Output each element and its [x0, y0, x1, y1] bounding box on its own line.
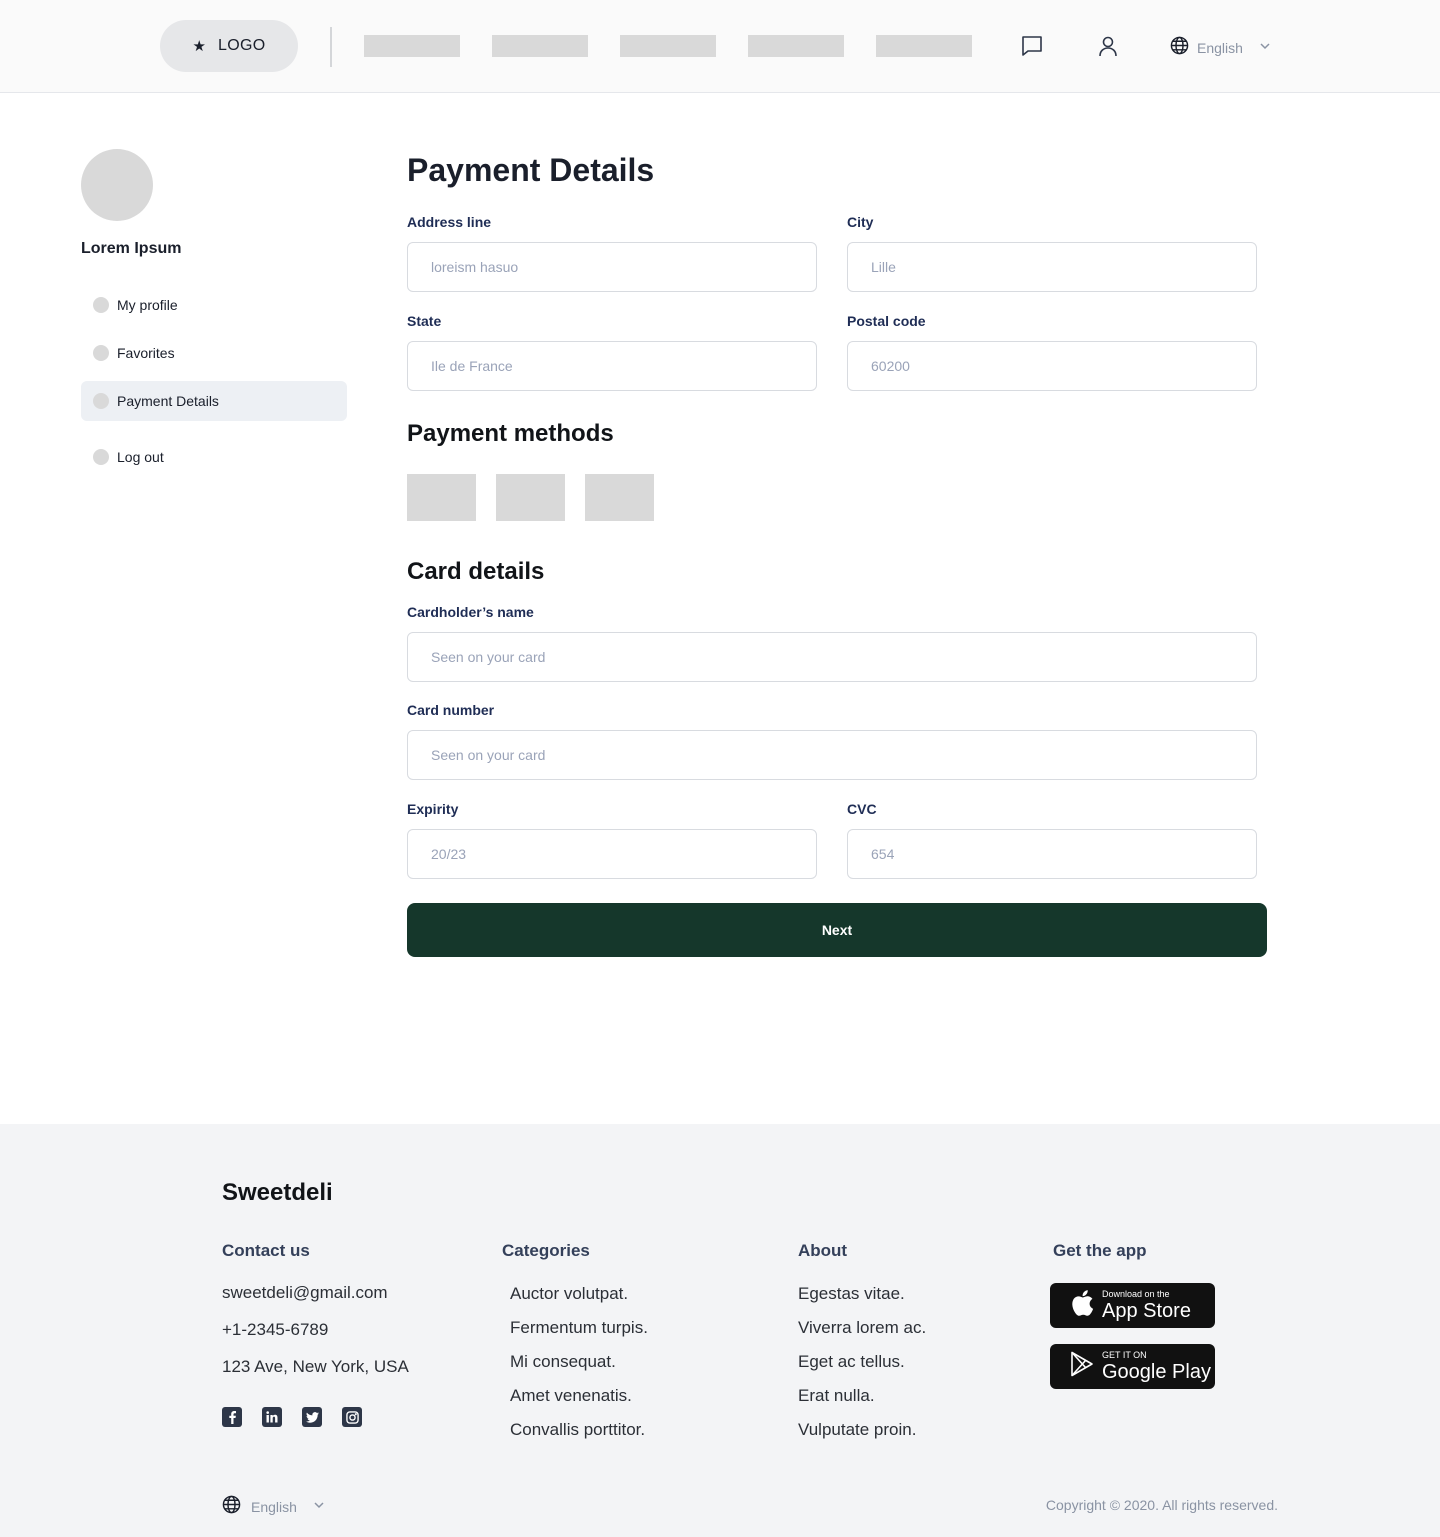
language-selector[interactable]: English [1170, 36, 1271, 60]
state-input[interactable] [407, 341, 817, 391]
category-link[interactable]: Amet venenatis. [510, 1386, 632, 1406]
linkedin-icon[interactable] [262, 1407, 282, 1427]
about-link[interactable]: Egestas vitae. [798, 1284, 905, 1304]
footer-language-selector[interactable]: English [222, 1495, 325, 1519]
nav-item-placeholder-3[interactable] [620, 35, 716, 57]
about-link[interactable]: Vulputate proin. [798, 1420, 916, 1440]
contact-title: Contact us [222, 1241, 310, 1260]
categories-title: Categories [502, 1241, 590, 1260]
globe-icon [222, 1495, 241, 1519]
sidebar-dot-icon [93, 297, 109, 313]
about-link[interactable]: Viverra lorem ac. [798, 1318, 926, 1338]
sidebar-item-payment-details[interactable]: Payment Details [81, 381, 347, 421]
nav-item-placeholder-2[interactable] [492, 35, 588, 57]
footer: Sweetdeli Contact us sweetdeli@gmail.com… [0, 1124, 1440, 1537]
cardholder-name-label: Cardholder’s name [407, 604, 534, 620]
app-store-label: App Store [1102, 1300, 1191, 1322]
top-header: ★ LOGO English [0, 0, 1440, 93]
facebook-icon[interactable] [222, 1407, 242, 1427]
sidebar-item-log-out[interactable]: Log out [81, 437, 347, 477]
chevron-down-icon [1259, 39, 1271, 57]
city-label: City [847, 214, 874, 230]
payment-method-option-2[interactable] [496, 474, 565, 521]
nav-item-placeholder-4[interactable] [748, 35, 844, 57]
card-number-input[interactable] [407, 730, 1257, 780]
sidebar-item-my-profile[interactable]: My profile [81, 285, 347, 325]
state-label: State [407, 313, 442, 329]
about-link[interactable]: Eget ac tellus. [798, 1352, 905, 1372]
play-icon [1070, 1351, 1094, 1382]
category-link[interactable]: Mi consequat. [510, 1352, 616, 1372]
cardholder-name-input[interactable] [407, 632, 1257, 682]
city-input[interactable] [847, 242, 1257, 292]
address-line-label: Address line [407, 214, 492, 230]
expiry-label: Expirity [407, 801, 459, 817]
payment-method-option-3[interactable] [585, 474, 654, 521]
nav-item-placeholder-1[interactable] [364, 35, 460, 57]
page-title: Payment Details [407, 152, 655, 188]
contact-phone[interactable]: +1-2345-6789 [222, 1320, 328, 1340]
payment-methods-title: Payment methods [407, 420, 614, 447]
instagram-icon[interactable] [342, 1407, 362, 1427]
sidebar-item-label: Favorites [117, 345, 175, 361]
card-details-title: Card details [407, 558, 545, 585]
header-divider [330, 27, 332, 67]
expiry-input[interactable] [407, 829, 817, 879]
google-play-button[interactable]: GET IT ON Google Play [1050, 1344, 1215, 1389]
category-link[interactable]: Fermentum turpis. [510, 1318, 648, 1338]
footer-brand: Sweetdeli [222, 1179, 333, 1206]
footer-language-label: English [251, 1499, 297, 1515]
sidebar-dot-icon [93, 393, 109, 409]
sidebar-dot-icon [93, 449, 109, 465]
category-link[interactable]: Convallis porttitor. [510, 1420, 645, 1440]
postal-code-input[interactable] [847, 341, 1257, 391]
nav-item-placeholder-5[interactable] [876, 35, 972, 57]
user-icon[interactable] [1095, 33, 1121, 59]
globe-icon [1170, 36, 1189, 60]
app-store-small-label: Download on the [1102, 1289, 1170, 1299]
twitter-icon[interactable] [302, 1407, 322, 1427]
language-label: English [1197, 40, 1243, 56]
get-app-title: Get the app [1053, 1241, 1147, 1260]
cvc-label: CVC [847, 801, 877, 817]
logo-label: LOGO [218, 37, 266, 54]
cvc-input[interactable] [847, 829, 1257, 879]
app-store-button[interactable]: Download on the App Store [1050, 1283, 1215, 1328]
payment-method-option-1[interactable] [407, 474, 476, 521]
about-title: About [798, 1241, 848, 1260]
sidebar-item-label: Payment Details [117, 393, 219, 409]
avatar[interactable] [81, 149, 153, 221]
contact-email[interactable]: sweetdeli@gmail.com [222, 1283, 388, 1303]
sidebar-item-label: Log out [117, 449, 164, 465]
card-number-label: Card number [407, 702, 495, 718]
chevron-down-icon [313, 1498, 325, 1516]
sidebar-dot-icon [93, 345, 109, 361]
google-play-small-label: GET IT ON [1102, 1350, 1147, 1360]
sidebar-item-favorites[interactable]: Favorites [81, 333, 347, 373]
about-link[interactable]: Erat nulla. [798, 1386, 875, 1406]
chat-icon[interactable] [1019, 33, 1045, 59]
address-line-input[interactable] [407, 242, 817, 292]
contact-address: 123 Ave, New York, USA [222, 1357, 409, 1376]
profile-name: Lorem Ipsum [81, 240, 182, 257]
next-button[interactable]: Next [407, 903, 1267, 957]
postal-code-label: Postal code [847, 313, 926, 329]
copyright-text: Copyright © 2020. All rights reserved. [1045, 1497, 1278, 1513]
category-link[interactable]: Auctor volutpat. [510, 1284, 628, 1304]
google-play-label: Google Play [1102, 1361, 1211, 1383]
star-icon: ★ [192, 37, 206, 55]
apple-icon [1070, 1289, 1094, 1322]
logo-button[interactable]: ★ LOGO [160, 20, 298, 72]
sidebar-item-label: My profile [117, 297, 178, 313]
